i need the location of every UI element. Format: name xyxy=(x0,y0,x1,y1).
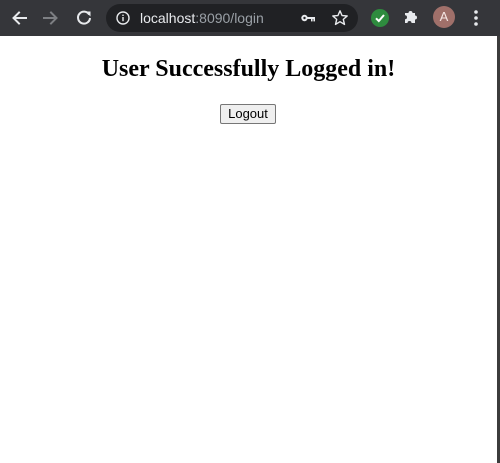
info-icon[interactable] xyxy=(116,11,130,25)
address-bar[interactable]: localhost:8090/login xyxy=(106,4,358,32)
url-port-path: :8090/login xyxy=(195,10,264,26)
arrow-forward-icon xyxy=(43,11,58,25)
check-circle-icon xyxy=(375,14,385,23)
puzzle-icon[interactable] xyxy=(402,8,420,26)
profile-avatar[interactable]: A xyxy=(433,6,455,28)
arrow-back-icon xyxy=(12,11,27,25)
url-text[interactable]: localhost:8090/login xyxy=(140,4,264,32)
browser-window: localhost:8090/login A User Successfully… xyxy=(0,0,500,463)
browser-toolbar: localhost:8090/login A xyxy=(0,0,500,36)
logout-button[interactable]: Logout xyxy=(220,104,276,124)
kebab-menu-icon[interactable] xyxy=(468,9,484,27)
reload-icon xyxy=(77,10,91,25)
forward-button[interactable] xyxy=(38,6,64,30)
extension-button[interactable] xyxy=(371,9,389,27)
url-host: localhost xyxy=(140,10,196,26)
star-icon[interactable] xyxy=(331,9,349,27)
page-viewport: User Successfully Logged in! Logout xyxy=(0,36,497,463)
back-button[interactable] xyxy=(6,6,32,30)
page-heading: User Successfully Logged in! xyxy=(101,56,396,82)
reload-button[interactable] xyxy=(71,6,97,30)
key-icon[interactable] xyxy=(300,11,316,25)
